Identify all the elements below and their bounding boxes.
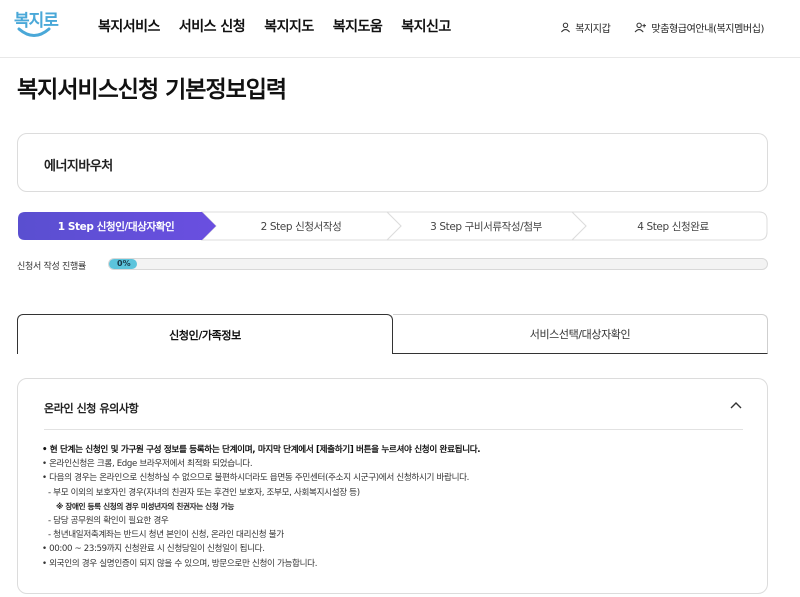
notice-title: 온라인 신청 유의사항 [44,402,139,415]
step-1-label: 1 Step 신청인/대상자확인 [57,221,175,233]
step-3-label: 3 Step 구비서류작성/첨부 [430,221,542,233]
chevron-up-icon[interactable] [730,401,742,409]
nav-welfare-report[interactable]: 복지신고 [401,16,451,36]
progress-label: 신청서 작성 진행률 [17,262,86,272]
notice-line: 00:00 ~ 23:59까지 신청완료 시 신청당일이 신청일이 됩니다. [42,542,752,556]
tab-applicant-family-label: 신청인/가족정보 [169,328,241,342]
custom-benefit-label: 맞춤형급여안내(복지멤버십) [651,24,764,35]
logo[interactable]: 복지로 [14,6,59,46]
person-icon [561,22,571,33]
wallet-link[interactable]: 복지지갑 [560,20,611,35]
notice-divider [44,429,743,430]
site-header: 복지로 복지서비스 서비스 신청 복지지도 복지도움 복지신고 복지지갑 맞춤형… [0,0,800,58]
info-tabs: 신청인/가족정보 서비스선택/대상자확인 [17,314,768,354]
step-4-label: 4 Step 신청완료 [637,221,709,233]
notice-line: 현 단계는 신청인 및 가구원 구성 정보를 등록하는 단계이며, 마지막 단계… [42,443,752,457]
wallet-label: 복지지갑 [575,24,611,35]
service-name: 에너지바우처 [44,159,113,174]
nav-welfare-service[interactable]: 복지서비스 [98,16,160,36]
progress-value: 0% [117,259,131,268]
custom-benefit-link[interactable]: 맞춤형급여안내(복지멤버십) [634,20,764,35]
online-apply-notice: 온라인 신청 유의사항 현 단계는 신청인 및 가구원 구성 정보를 등록하는 … [17,378,768,594]
progress-bar: 0% [108,258,768,270]
nav-welfare-map[interactable]: 복지지도 [264,16,314,36]
notice-line: 다음의 경우는 온라인으로 신청하실 수 없으므로 불편하시더라도 읍면동 주민… [42,471,752,485]
notice-line: 외국인의 경우 실명인증이 되지 않을 수 있으며, 방문으로만 신청이 가능합… [42,557,752,571]
notice-line: - 부모 이외의 보호자인 경우(자녀의 친권자 또는 후견인 보호자, 조부모… [48,487,360,498]
tab-applicant-family[interactable]: 신청인/가족정보 [17,314,393,354]
person-add-icon [635,22,647,33]
utility-menu: 복지지갑 맞춤형급여안내(복지멤버십) [536,20,764,35]
selected-service-box: 에너지바우처 [17,133,768,192]
page-title: 복지서비스신청 기본정보입력 [17,77,287,103]
logo-smile-icon [17,27,51,37]
notice-line: - 담당 공무원의 확인이 필요한 경우 [48,516,169,527]
notice-list: 현 단계는 신청인 및 가구원 구성 정보를 등록하는 단계이며, 마지막 단계… [42,443,752,571]
notice-line: - 청년내일저축계좌는 반드시 청년 본인이 신청, 온라인 대리신청 불가 [48,530,284,541]
nav-welfare-help[interactable]: 복지도움 [333,16,383,36]
notice-line: 온라인신청은 크롬, Edge 브라우저에서 최적화 되었습니다. [42,457,752,471]
progress-fill: 0% [109,259,137,269]
tab-service-selection[interactable]: 서비스선택/대상자확인 [393,314,768,354]
notice-line: ※ 장애인 등록 신청의 경우 미성년자의 친권자는 신청 가능 [56,501,235,511]
step-indicator: 1 Step 신청인/대상자확인 2 Step 신청서작성 3 Step 구비서… [17,211,768,241]
step-2-label: 2 Step 신청서작성 [260,221,342,233]
tab-service-selection-label: 서비스선택/대상자확인 [529,328,631,341]
main-nav: 복지서비스 서비스 신청 복지지도 복지도움 복지신고 [98,16,470,36]
nav-service-apply[interactable]: 서비스 신청 [179,16,246,36]
